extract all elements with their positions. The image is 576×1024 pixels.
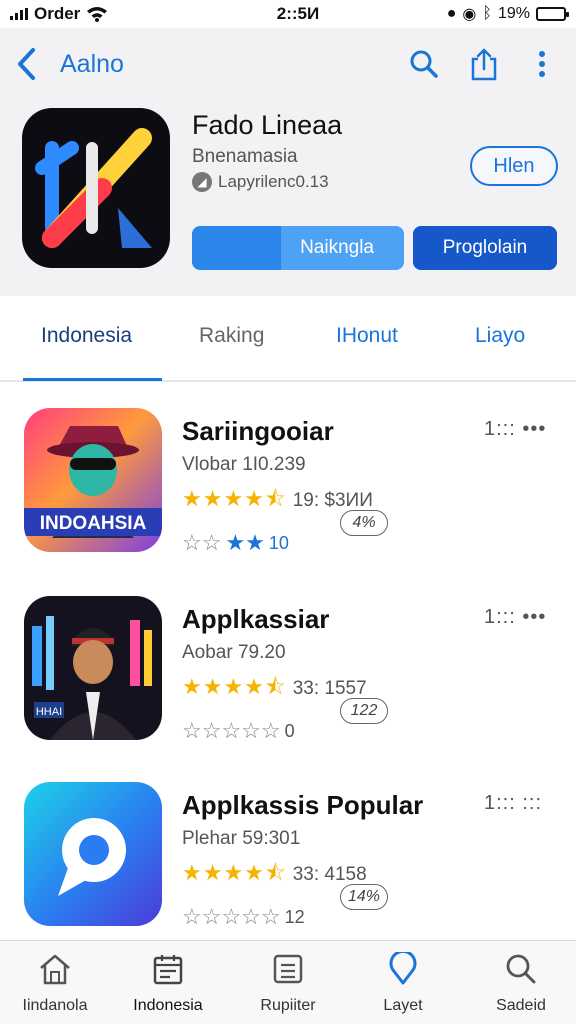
signal-icon	[10, 8, 28, 20]
star-rating-icon: ★★★★⯪	[182, 860, 287, 885]
app-subtitle: Aobar 79.20	[182, 642, 286, 663]
rating-pill: 4%	[340, 510, 388, 536]
secondary-rating: ☆☆☆☆☆ 0	[182, 718, 295, 744]
app-title: Applkassis Popular	[182, 790, 424, 820]
category-tabs: Indonesia Raking IHonut Liayo	[0, 312, 576, 382]
rating-text: 33: 1557	[292, 678, 367, 699]
status-left: Order	[10, 4, 210, 24]
app-icon	[24, 782, 162, 926]
rating-pill: 122	[340, 698, 388, 724]
app-title: Sariingooiar	[182, 416, 334, 446]
tab-raking[interactable]: Raking	[199, 324, 264, 348]
star-rating-icon: ★★★★⯪	[182, 674, 287, 699]
tabbar-item-location[interactable]: Layet	[348, 951, 458, 1015]
wifi-icon	[87, 7, 108, 22]
search-icon	[506, 954, 536, 984]
chevron-left-icon	[18, 48, 35, 80]
star-rating-icon: ★★★★⯪	[182, 486, 287, 511]
list-icon	[273, 954, 303, 984]
outline-stars-icon: ☆☆☆☆☆	[182, 718, 281, 743]
blue-stars-icon: ★★	[225, 530, 265, 555]
nav-title: Aalno	[60, 50, 124, 78]
tabbar-label: Rupiiter	[260, 997, 316, 1014]
location-icon: ●	[446, 5, 457, 22]
more-button[interactable]	[522, 44, 562, 84]
app-icon	[22, 108, 170, 268]
secondary-rating: ☆☆☆☆☆ 12	[182, 904, 305, 930]
primary-action-button[interactable]: Proglolain	[413, 226, 557, 270]
more-vertical-icon	[539, 51, 545, 77]
app-icon-label: INDOAHSIA	[40, 513, 147, 534]
tabbar-item-list[interactable]: Rupiiter	[233, 951, 343, 1015]
app-developer: Bnenamasia	[192, 146, 298, 167]
tabbar-item-calendar[interactable]: Indonesia	[113, 951, 223, 1015]
back-button[interactable]	[8, 44, 44, 84]
secondary-action-button[interactable]: Naikngla	[192, 226, 404, 270]
rating-pill: 14%	[340, 884, 388, 910]
rating-count: 10	[268, 532, 289, 553]
list-item[interactable]: HHAI Applkassiar Aobar 79.20 ★★★★⯪ 33: 1…	[0, 596, 576, 756]
tabbar-label: Sadeid	[496, 997, 546, 1014]
app-subtitle: Plehar 59:301	[182, 828, 301, 849]
tabbar-item-home[interactable]: Iindanola	[0, 951, 110, 1015]
status-right: ● ◉ ᛒ 19%	[366, 4, 569, 24]
secondary-rating: ☆☆ ★★ 10	[182, 530, 289, 556]
app-name: Fado Lineaa	[192, 110, 343, 140]
more-icon[interactable]: 1::: •••	[484, 606, 546, 629]
app-meta-text: Lapyrilenc0.13	[218, 172, 329, 191]
rating-line: ★★★★⯪ 33: 4158	[182, 856, 367, 894]
rating-count: 0	[284, 720, 295, 741]
rating-line: ★★★★⯪ 33: 1557	[182, 670, 367, 708]
status-bar: Order 2::5И ● ◉ ᛒ 19%	[0, 0, 576, 28]
carrier-label: Order	[34, 4, 81, 23]
share-icon	[471, 48, 497, 81]
rating-text: 19: $3ИИ	[292, 490, 373, 511]
location-pin-icon	[389, 952, 417, 985]
tabbar-label: Indonesia	[133, 997, 203, 1014]
more-icon[interactable]: 1::: •••	[484, 418, 546, 441]
app-icon-label: HHAI	[36, 706, 62, 718]
tabbar-item-search[interactable]: Sadeid	[466, 951, 576, 1015]
app-icon: HHAI	[24, 596, 162, 740]
search-icon	[410, 50, 438, 78]
tab-liayo[interactable]: Liayo	[475, 324, 525, 348]
app-meta: ◢ Lapyrilenc0.13	[192, 172, 329, 192]
home-icon	[40, 954, 70, 985]
rating-count: 12	[284, 906, 305, 927]
battery-percent: 19%	[497, 5, 530, 22]
app-icon: INDOAHSIA	[24, 408, 162, 552]
get-button[interactable]: Hlen	[470, 146, 558, 186]
active-tab-indicator	[23, 378, 162, 381]
tab-indonesia[interactable]: Indonesia	[41, 324, 132, 348]
list-item[interactable]: Applkassis Popular Plehar 59:301 ★★★★⯪ 3…	[0, 782, 576, 942]
app-title: Applkassiar	[182, 604, 330, 634]
tabbar-label: Iindanola	[22, 997, 88, 1014]
list-item[interactable]: INDOAHSIA Sariingooiar Vlobar 1I0.239 ★★…	[0, 408, 576, 568]
app-subtitle: Vlobar 1I0.239	[182, 454, 306, 475]
calendar-icon	[153, 955, 183, 985]
outline-stars-icon: ☆☆☆☆☆	[182, 904, 281, 929]
tabbar-label: Layet	[383, 997, 423, 1014]
status-time: 2::5И	[276, 4, 320, 23]
battery-icon	[536, 7, 569, 21]
age-rating-icon: ◢	[192, 172, 212, 192]
bluetooth-icon: ᛒ	[482, 5, 492, 22]
rating-text: 33: 4158	[292, 864, 367, 885]
alarm-icon: ◉	[462, 6, 477, 23]
bottom-tab-bar: Iindanola Indonesia Rupiiter Layet Sadei…	[0, 940, 576, 1024]
tab-ihonut[interactable]: IHonut	[336, 324, 398, 348]
outline-stars-icon: ☆☆	[182, 530, 222, 555]
share-button[interactable]	[464, 44, 504, 84]
search-button[interactable]	[404, 44, 444, 84]
more-icon[interactable]: 1::: :::	[484, 792, 542, 815]
nav-bar: Aalno	[0, 36, 576, 92]
